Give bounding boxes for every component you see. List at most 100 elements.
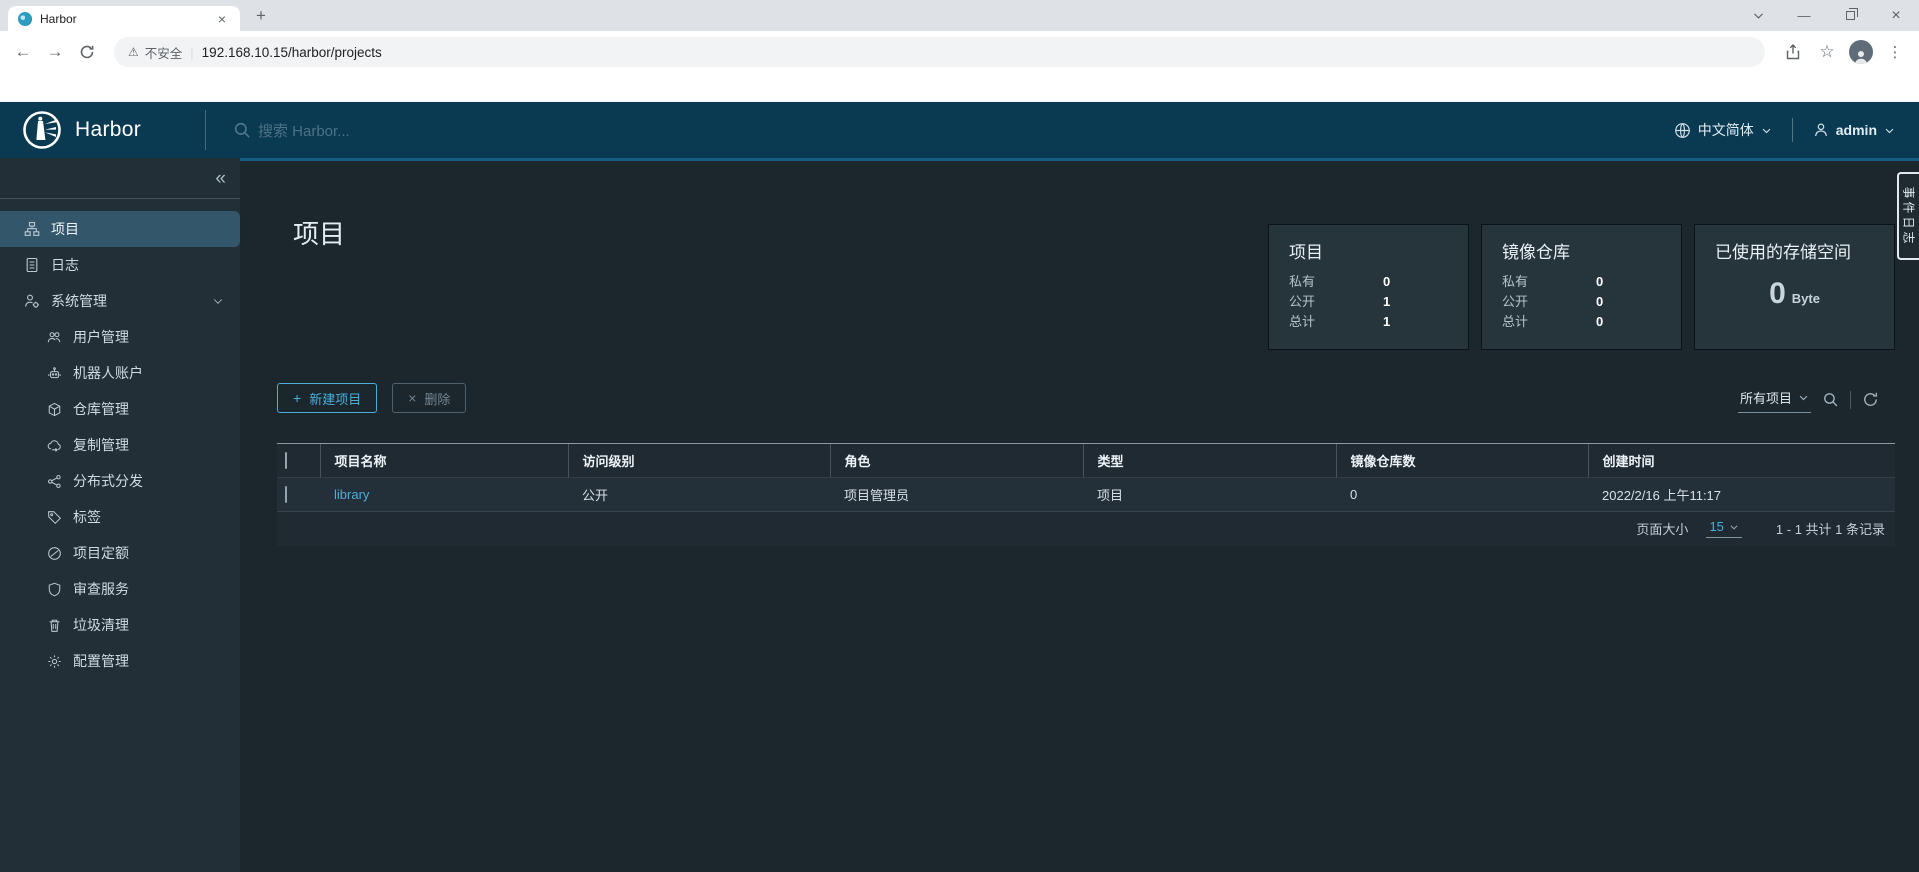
search-placeholder: 搜索 Harbor... — [258, 120, 350, 141]
project-link[interactable]: library — [320, 478, 568, 512]
sidebar-item-label: 项目定额 — [73, 543, 129, 563]
sidebar-item-distributions[interactable]: 分布式分发 — [0, 463, 240, 499]
tab-close-icon[interactable]: × — [214, 11, 230, 27]
global-search[interactable]: 搜索 Harbor... — [233, 120, 1674, 141]
sidebar-item-label: 仓库管理 — [73, 399, 129, 419]
url-field[interactable]: ⚠ 不安全 | 192.168.10.15/harbor/projects — [114, 37, 1765, 67]
summary-cards: 项目 私有0 公开1 总计1 镜像仓库 私有0 公开0 总计0 已使用的存储空间… — [1268, 224, 1895, 350]
window-chevron-icon[interactable] — [1735, 0, 1781, 31]
card-label: 总计 — [1502, 312, 1596, 332]
sidebar-item-interrogation-services[interactable]: 审查服务 — [0, 571, 240, 607]
search-icon[interactable] — [1822, 391, 1839, 408]
column-header-access-level: 访问级别 — [568, 444, 830, 478]
sidebar-item-label: 系统管理 — [51, 291, 107, 311]
records-summary: 1 - 1 共计 1 条记录 — [1776, 519, 1885, 538]
window-close-button[interactable]: × — [1873, 0, 1919, 31]
user-label: admin — [1836, 122, 1877, 138]
admin-icon — [24, 293, 40, 309]
profile-avatar[interactable] — [1847, 38, 1875, 66]
page-size-value: 15 — [1709, 519, 1723, 534]
sidebar-item-users[interactable]: 用户管理 — [0, 319, 240, 355]
select-all-checkbox[interactable] — [285, 452, 287, 469]
sidebar-item-label: 日志 — [51, 255, 79, 275]
user-icon — [1813, 122, 1829, 138]
sidebar-item-label: 机器人账户 — [73, 363, 143, 383]
shield-icon — [47, 582, 62, 597]
sidebar-item-label: 用户管理 — [73, 327, 129, 347]
page-title: 项目 — [293, 214, 345, 251]
sidebar: « 项目 日志 系统管理 用户管理 机器人账户 — [0, 158, 240, 872]
sidebar-item-label: 复制管理 — [73, 435, 129, 455]
sidebar-item-projects[interactable]: 项目 — [0, 211, 240, 247]
sidebar-item-garbage-collection[interactable]: 垃圾清理 — [0, 607, 240, 643]
logs-icon — [24, 257, 40, 273]
new-tab-button[interactable]: + — [248, 3, 274, 29]
delete-button[interactable]: × 删除 — [392, 383, 466, 413]
page-size-select[interactable]: 15 — [1706, 519, 1741, 538]
column-header-created: 创建时间 — [1588, 444, 1895, 478]
forward-icon[interactable]: → — [42, 39, 68, 65]
brand-name: Harbor — [75, 118, 141, 142]
user-menu[interactable]: admin — [1813, 122, 1895, 138]
sidebar-item-administration[interactable]: 系统管理 — [0, 283, 240, 319]
project-filter-select[interactable]: 所有项目 — [1738, 386, 1811, 413]
storage-value: 0 — [1769, 277, 1786, 310]
repositories-card: 镜像仓库 私有0 公开0 总计0 — [1481, 224, 1682, 350]
refresh-icon[interactable] — [1862, 391, 1879, 408]
window-minimize-button[interactable]: — — [1781, 0, 1827, 31]
filter-selected-label: 所有项目 — [1740, 388, 1792, 407]
browser-tab[interactable]: Harbor × — [8, 6, 240, 31]
robot-icon — [47, 366, 62, 381]
sidebar-item-labels[interactable]: 标签 — [0, 499, 240, 535]
card-value: 0 — [1383, 272, 1390, 292]
language-menu[interactable]: 中文简体 — [1674, 120, 1772, 140]
sidebar-item-configuration[interactable]: 配置管理 — [0, 643, 240, 679]
row-checkbox[interactable] — [285, 486, 287, 503]
column-header-repo-count: 镜像仓库数 — [1336, 444, 1588, 478]
cell-created: 2022/2/16 上午11:17 — [1588, 478, 1895, 512]
browser-menu-icon[interactable]: ⋮ — [1881, 38, 1909, 66]
header-divider — [1792, 118, 1793, 142]
sidebar-item-logs[interactable]: 日志 — [0, 247, 240, 283]
harbor-brand[interactable]: Harbor — [0, 110, 205, 150]
toolbar: + 新建项目 × 删除 — [277, 383, 466, 413]
url-text[interactable]: 192.168.10.15/harbor/projects — [202, 45, 382, 60]
cell-access-level: 公开 — [568, 478, 830, 512]
card-value: 1 — [1383, 312, 1390, 332]
sidebar-item-robot-accounts[interactable]: 机器人账户 — [0, 355, 240, 391]
sidebar-item-replications[interactable]: 复制管理 — [0, 427, 240, 463]
window-controls: — × — [1735, 0, 1919, 31]
sidebar-item-registries[interactable]: 仓库管理 — [0, 391, 240, 427]
column-header-type: 类型 — [1083, 444, 1336, 478]
sidebar-item-label: 项目 — [51, 219, 79, 239]
column-header-name: 项目名称 — [320, 444, 568, 478]
tag-icon — [47, 510, 62, 525]
quota-icon — [47, 546, 62, 561]
card-value: 1 — [1383, 292, 1390, 312]
sidebar-item-project-quotas[interactable]: 项目定额 — [0, 535, 240, 571]
bookmark-star-icon[interactable]: ☆ — [1813, 38, 1841, 66]
security-label[interactable]: 不安全 — [145, 43, 183, 62]
sidebar-item-label: 垃圾清理 — [73, 615, 129, 635]
gear-icon — [47, 654, 62, 669]
window-restore-button[interactable] — [1827, 0, 1873, 31]
sidebar-collapse-icon[interactable]: « — [215, 169, 226, 188]
new-project-button[interactable]: + 新建项目 — [277, 383, 377, 413]
sidebar-item-label: 配置管理 — [73, 651, 129, 671]
storage-unit: Byte — [1792, 291, 1820, 306]
registry-icon — [47, 402, 62, 417]
reload-icon[interactable] — [74, 39, 100, 65]
cross-icon: × — [408, 390, 416, 406]
tab-title: Harbor — [40, 12, 214, 26]
new-project-label: 新建项目 — [309, 389, 361, 408]
share-icon[interactable] — [1779, 38, 1807, 66]
event-log-tab[interactable]: 事件日志 — [1897, 172, 1919, 260]
card-label: 公开 — [1289, 292, 1383, 312]
language-label: 中文简体 — [1698, 120, 1754, 140]
back-icon[interactable]: ← — [10, 39, 36, 65]
chevron-down-icon — [1729, 522, 1739, 532]
url-divider: | — [190, 45, 193, 60]
card-label: 总计 — [1289, 312, 1383, 332]
filter-bar: 所有项目 — [1738, 386, 1879, 413]
trash-icon — [47, 618, 62, 633]
